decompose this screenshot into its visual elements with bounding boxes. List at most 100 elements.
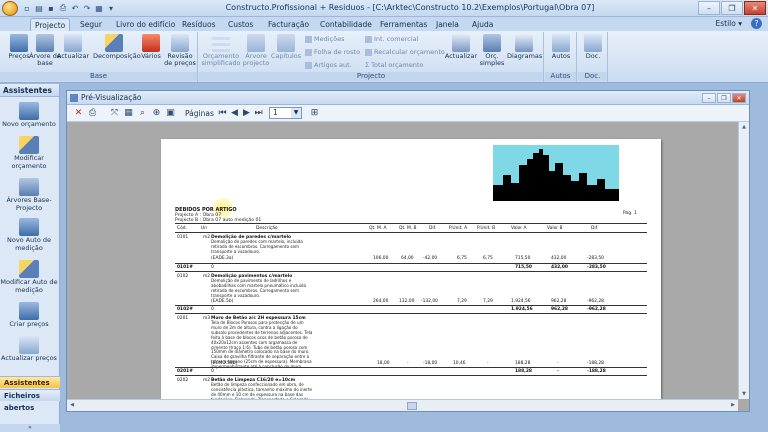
capitulos-button[interactable]: Capítulos — [269, 34, 303, 60]
decomposicao-button[interactable]: Decomposição — [93, 34, 141, 60]
preview-maximize-button[interactable]: ❐ — [717, 93, 731, 103]
fit-page-icon[interactable]: ⤧ — [109, 108, 120, 119]
print-icon[interactable]: ⎙ — [87, 108, 98, 119]
orcamento-simplificado-button[interactable]: Orçamento simplificado — [201, 34, 241, 67]
close-preview-icon[interactable]: ✕ — [73, 108, 84, 119]
orc-simples-button[interactable]: Orç. simples — [475, 34, 509, 67]
app-menu-button[interactable] — [2, 1, 18, 16]
col-header-qa: Qt. M. A — [369, 226, 387, 231]
update-prices-icon — [19, 336, 39, 354]
page-grid-icon[interactable]: ▦ — [123, 108, 134, 119]
diagramas-button[interactable]: Diagramas — [507, 34, 542, 60]
minimize-button[interactable]: – — [698, 1, 720, 15]
sidebar-expand-icon[interactable]: » — [0, 424, 60, 432]
chevron-down-icon: ▼ — [291, 108, 301, 118]
folha-rosto-button[interactable]: Folha de rosto — [305, 48, 360, 56]
preview-close-button[interactable]: ✕ — [732, 93, 746, 103]
total-orcamento-button[interactable]: Σ Total orçamento — [365, 61, 423, 69]
artigos-aut-button[interactable]: Artigos aut. — [305, 61, 352, 69]
header-rule — [175, 223, 647, 224]
sidebar-tab-assistentes[interactable]: Assistentes — [0, 376, 60, 388]
new-icon[interactable]: ▫ — [22, 3, 32, 13]
preview-title: Pré-Visualização — [81, 93, 142, 102]
title-bar: ▫ ▤ ▪ ⎙ ↶ ↷ ▦ ▾ Constructo.Profissional … — [0, 0, 768, 17]
ribbon: Preços Árvore de base Actualizar Decompo… — [0, 31, 768, 83]
tab-livro-do-edificio[interactable]: Livro do edifício — [112, 18, 179, 31]
tab-ferramentas[interactable]: Ferramentas — [376, 18, 431, 31]
scroll-right-icon[interactable]: ▶ — [728, 400, 738, 411]
page-select[interactable]: 1 ▼ — [269, 107, 302, 119]
preview-window-controls: – ❐ ✕ — [702, 93, 746, 103]
autos-button[interactable]: Autos — [544, 34, 578, 60]
edit-budget-icon — [19, 136, 39, 154]
zoom-icon[interactable]: ⌕ — [137, 108, 148, 119]
zoom-in-icon[interactable]: ⊕ — [151, 108, 162, 119]
sidebar-item-novo-orcamento[interactable]: Novo orçamento — [0, 102, 58, 129]
close-button[interactable]: ✕ — [744, 1, 766, 15]
preview-toolbar: ✕ ⎙ ⤧ ▦ ⌕ ⊕ ▣ Páginas ⏮ ◀ ▶ ⏭ 1 ▼ ⊞ — [67, 105, 749, 122]
group-autos-title: Autos — [545, 72, 576, 81]
col-header-vb: Valor B — [547, 226, 563, 231]
sidebar-item-actualizar-precos[interactable]: Actualizar preços — [0, 336, 58, 363]
arvore-projecto-button[interactable]: Árvore projecto — [239, 34, 273, 67]
int-comercial-button[interactable]: Int. comercial — [365, 35, 418, 43]
ribbon-tabs: Projecto Segur Livro do edifício Resíduo… — [0, 17, 768, 31]
calc-icon[interactable]: ▦ — [94, 3, 104, 13]
sidebar-item-novo-auto[interactable]: Novo Auto de medição — [0, 218, 58, 252]
scroll-down-icon[interactable]: ▼ — [739, 389, 749, 399]
recalc-icon — [365, 48, 372, 56]
scroll-up-icon[interactable]: ▲ — [739, 122, 749, 132]
grid-icon — [212, 34, 230, 52]
cover-sheet-icon — [305, 48, 312, 56]
print-icon[interactable]: ⎙ — [58, 3, 68, 13]
doc-button[interactable]: Doc. — [576, 34, 610, 60]
commercial-icon — [365, 35, 372, 43]
tab-custos[interactable]: Custos — [224, 18, 257, 31]
preview-horizontal-scrollbar[interactable]: ◀ ▶ — [67, 399, 738, 411]
tab-janela[interactable]: Janela — [432, 18, 463, 31]
undo-icon[interactable]: ↶ — [70, 3, 80, 13]
last-page-icon[interactable]: ⏭ — [253, 108, 264, 119]
revisao-precos-button[interactable]: Revisão de preços — [163, 34, 197, 67]
style-dropdown[interactable]: Estilo ▾ — [716, 19, 743, 28]
new-measure-icon — [19, 218, 39, 236]
recalcular-button[interactable]: Recalcular orçamento — [365, 48, 445, 56]
group-base-title: Base — [0, 72, 197, 81]
tab-segur[interactable]: Segur — [76, 18, 106, 31]
tab-contabilidade[interactable]: Contabilidade — [316, 18, 376, 31]
actualizar-base-button[interactable]: Actualizar — [56, 34, 90, 60]
actualizar-projecto-button[interactable]: Actualizar — [444, 34, 478, 60]
sidebar-item-arvores[interactable]: Árvores Base-Projecto — [0, 178, 58, 212]
chevron-down-icon[interactable]: ▾ — [106, 3, 116, 13]
assistants-sidebar: Assistentes Novo orçamento Modificar orç… — [0, 84, 60, 432]
sidebar-item-criar-precos[interactable]: Criar preços — [0, 302, 58, 329]
tab-projecto[interactable]: Projecto — [30, 18, 71, 31]
redo-icon[interactable]: ↷ — [82, 3, 92, 13]
sidebar-item-modificar-auto[interactable]: Modificar Auto de medição — [0, 260, 58, 294]
next-page-icon[interactable]: ▶ — [241, 108, 252, 119]
prev-page-icon[interactable]: ◀ — [229, 108, 240, 119]
scroll-left-icon[interactable]: ◀ — [67, 400, 77, 411]
help-icon[interactable]: ? — [751, 18, 762, 29]
export-icon[interactable]: ▣ — [165, 108, 176, 119]
update-sigma-icon — [452, 34, 470, 52]
preview-minimize-button[interactable]: – — [702, 93, 716, 103]
company-logo — [493, 145, 619, 201]
tab-residuos[interactable]: Resíduos — [178, 18, 220, 31]
measure-icon — [305, 35, 312, 43]
scroll-thumb[interactable] — [407, 402, 417, 410]
first-page-icon[interactable]: ⏮ — [217, 108, 228, 119]
sidebar-tab-ficheiros[interactable]: Ficheiros abertos — [0, 389, 60, 412]
preview-window-icon — [70, 94, 78, 102]
preview-vertical-scrollbar[interactable]: ▲ ▼ — [738, 122, 749, 399]
save-icon[interactable]: ▪ — [46, 3, 56, 13]
tab-facturacao[interactable]: Facturação — [264, 18, 313, 31]
sidebar-item-modificar-orcamento[interactable]: Modificar orçamento — [0, 136, 58, 170]
tab-ajuda[interactable]: Ajuda — [468, 18, 497, 31]
maximize-button[interactable]: ❐ — [721, 1, 743, 15]
col-header-va: Valor A — [511, 226, 527, 231]
medicoes-button[interactable]: Medições — [305, 35, 344, 43]
open-icon[interactable]: ▤ — [34, 3, 44, 13]
page-setup-icon[interactable]: ⊞ — [309, 108, 320, 119]
project-tree-icon — [247, 34, 265, 52]
